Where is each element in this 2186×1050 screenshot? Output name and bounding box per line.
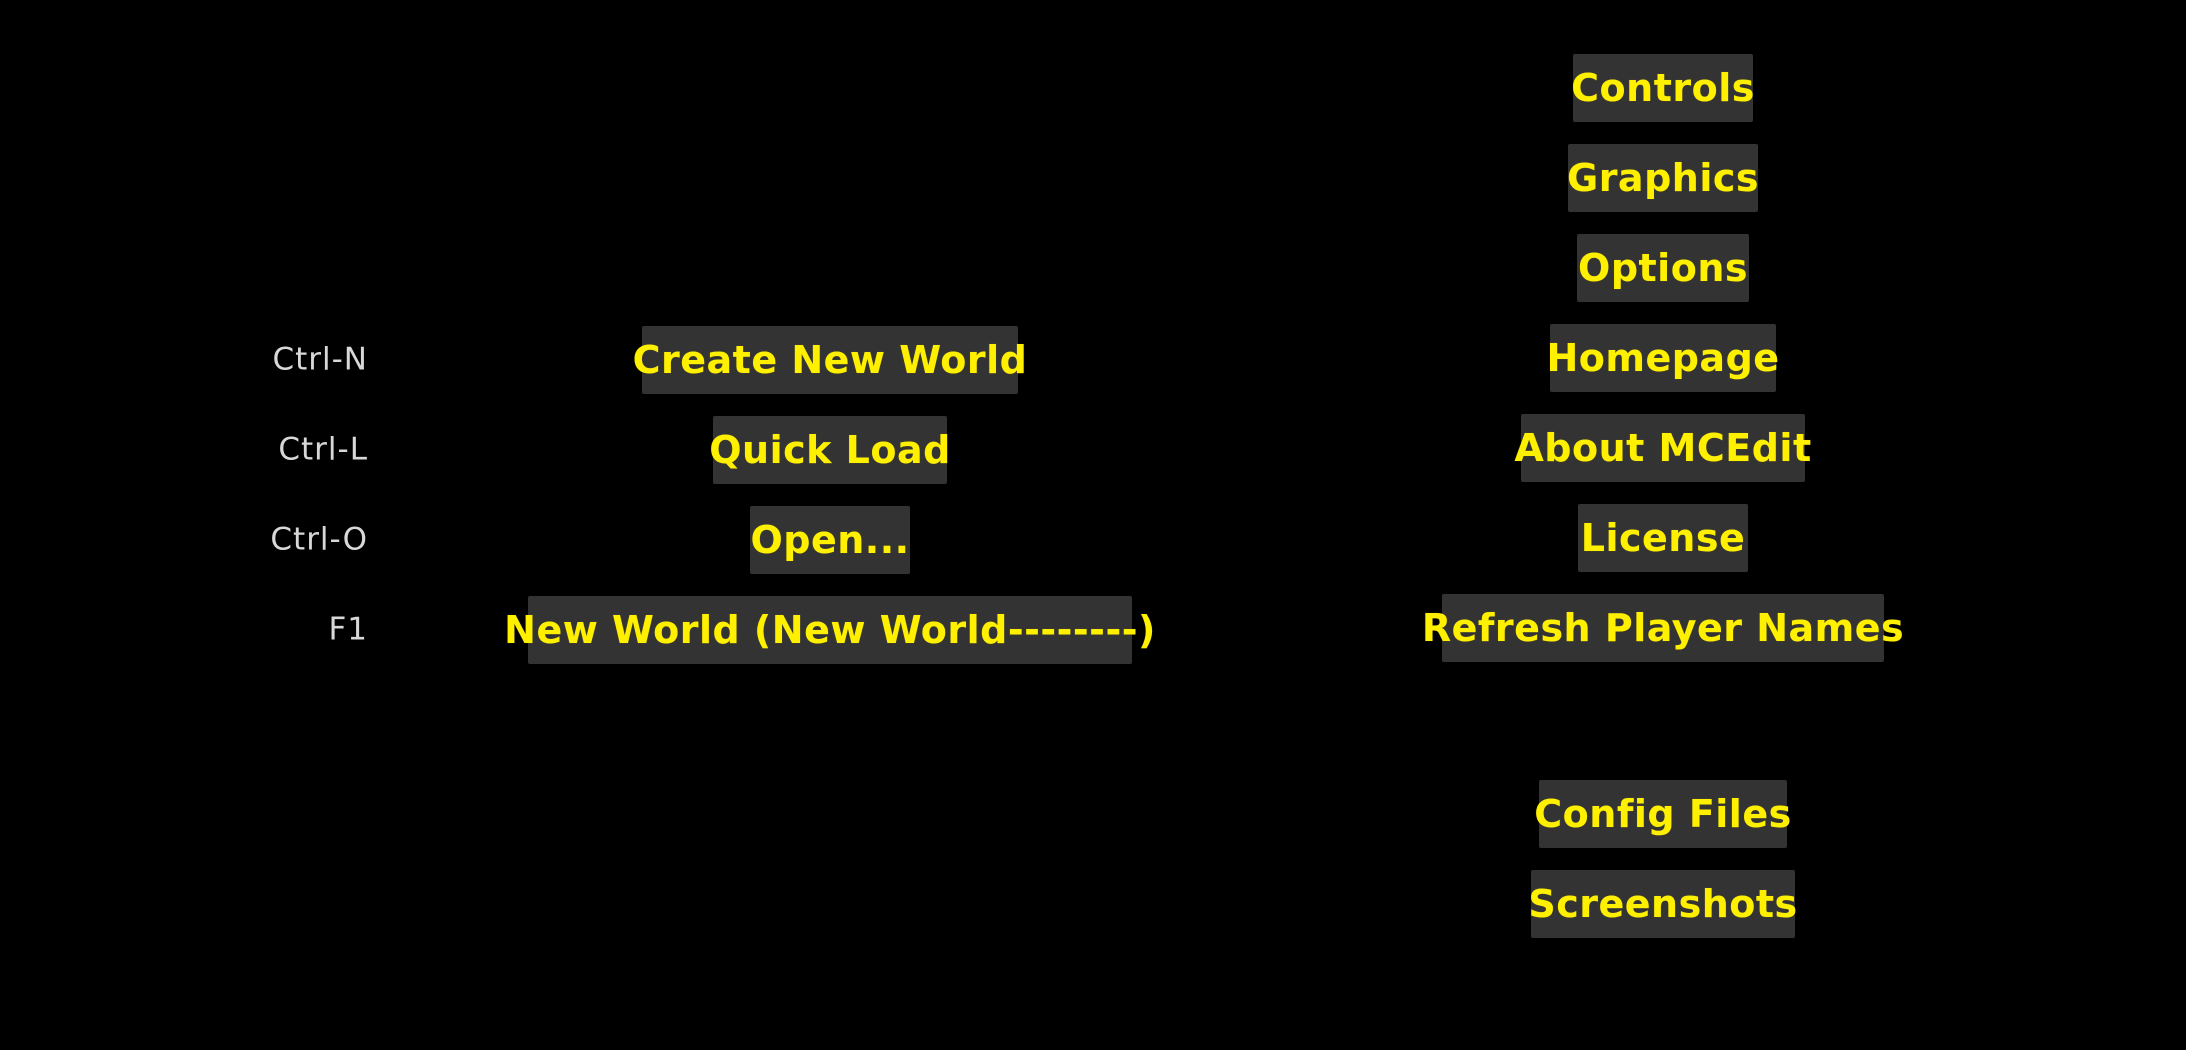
controls-button[interactable]: Controls xyxy=(1571,54,1754,122)
about-mcedit-button[interactable]: About MCEdit xyxy=(1514,414,1811,482)
graphics-button[interactable]: Graphics xyxy=(1567,144,1759,212)
screenshots-button[interactable]: Screenshots xyxy=(1528,870,1797,938)
refresh-player-names-button[interactable]: Refresh Player Names xyxy=(1422,594,1904,662)
create-new-world-button[interactable]: Create New World xyxy=(633,326,1027,394)
mcedit-main-menu-screen: Ctrl-N Create New World Ctrl-L Quick Load Ct… xyxy=(0,0,2186,1050)
config-files-button[interactable]: Config Files xyxy=(1534,780,1791,848)
license-button[interactable]: License xyxy=(1578,504,1748,572)
recent-world-button[interactable]: New World (New World--------) xyxy=(504,596,1155,664)
shortcut-label-create-new-world: Ctrl-N xyxy=(272,341,368,378)
homepage-button[interactable]: Homepage xyxy=(1546,324,1779,392)
shortcut-label-open: Ctrl-O xyxy=(270,521,368,558)
shortcut-label-recent-world: F1 xyxy=(328,611,368,648)
options-button[interactable]: Options xyxy=(1577,234,1749,302)
open-button[interactable]: Open... xyxy=(750,506,910,574)
quick-load-button[interactable]: Quick Load xyxy=(709,416,950,484)
shortcut-label-quick-load: Ctrl-L xyxy=(278,431,368,468)
